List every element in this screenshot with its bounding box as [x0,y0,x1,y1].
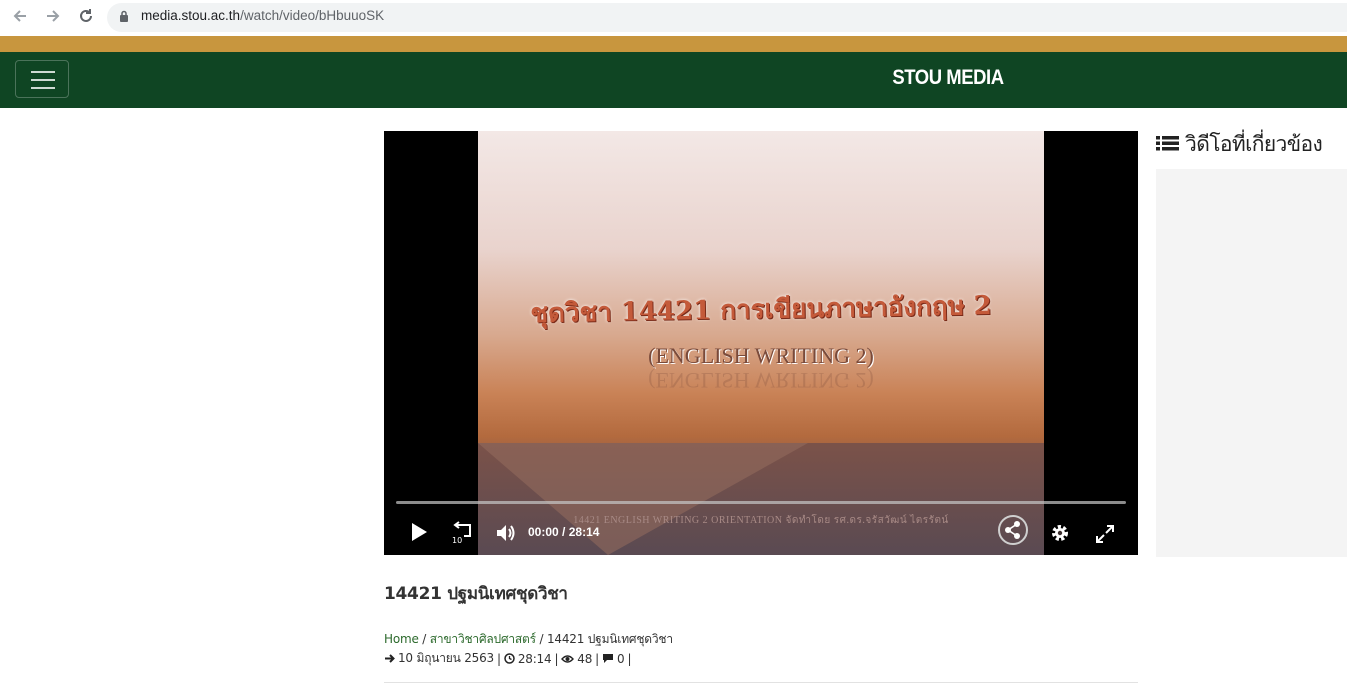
meta-duration: 28:14 [517,651,552,666]
rewind-seconds: 10 [452,536,462,545]
list-icon [1156,135,1179,150]
meta-separator: | [554,651,559,666]
back-arrow-icon[interactable] [9,7,31,29]
site-header: STOU MEDIA [0,52,1347,108]
play-icon [412,523,427,541]
breadcrumb: Home / สาขาวิชาศิลปศาสตร์ / 14421 ปฐมนิเ… [384,630,673,649]
meta-separator: | [627,651,632,666]
hamburger-icon-bar [31,87,55,89]
header-accent-strip [0,36,1347,52]
gear-icon [1052,525,1068,541]
video-meta: 10 มิถุนายน 2563 | 28:14 | 48 | 0 | [384,649,631,668]
url-text[interactable]: media.stou.ac.th/watch/video/bHbuuoSK [141,8,384,23]
fullscreen-icon [1096,525,1114,543]
eye-icon [561,654,575,663]
meta-separator: | [497,651,501,666]
view-count: 48 [577,651,593,666]
lock-icon [120,10,128,22]
breadcrumb-category-link[interactable]: สาขาวิชาศิลปศาสตร์ [430,632,536,646]
url-path: /watch/video/bHbuuoSK [240,8,385,23]
breadcrumb-current: 14421 ปฐมนิเทศชุดวิชา [546,632,673,646]
slide-title-english: (ENGLISH WRITING 2) [648,343,874,368]
play-button[interactable] [408,519,430,545]
volume-icon [497,525,515,541]
comment-count: 0 [617,651,625,666]
hamburger-icon-bar [31,79,55,81]
url-host: media.stou.ac.th [141,8,241,23]
video-frame: ชุดวิชา 14421 การเขียนภาษาอังกฤษ 2 (ENGL… [478,131,1044,555]
menu-toggle-button[interactable] [15,60,69,98]
browser-toolbar: media.stou.ac.th/watch/video/bHbuuoSK [0,0,1347,36]
progress-bar[interactable] [396,501,1126,504]
duration-time: 28:14 [568,525,600,539]
publish-date: 10 มิถุนายน 2563 [398,651,494,665]
forward-arrow-icon[interactable] [42,7,64,29]
related-videos-panel [1156,169,1347,557]
video-player[interactable]: ชุดวิชา 14421 การเขียนภาษาอังกฤษ 2 (ENGL… [384,131,1138,555]
rewind-button[interactable]: 10 [450,521,474,545]
breadcrumb-separator: / [422,632,427,646]
slide-title-reflection: (ENGLISH WRITING 2) [648,368,874,393]
current-time: 00:00 [528,525,559,539]
reload-icon[interactable] [75,7,97,29]
rewind-10-icon: 10 [452,521,471,545]
site-brand[interactable]: STOU MEDIA [860,66,1036,90]
breadcrumb-home-link[interactable]: Home [384,632,419,646]
comment-icon [603,654,613,663]
video-title: 14421 ปฐมนิเทศชุดวิชา [384,584,568,604]
related-videos-heading: วิดีโอที่เกี่ยวข้อง [1156,128,1323,161]
share-icon [1005,521,1020,539]
fullscreen-button[interactable] [1094,523,1116,545]
arrow-right-icon [385,654,395,663]
settings-button[interactable] [1048,521,1072,545]
content-divider [384,682,1138,683]
time-separator: / [562,525,566,539]
meta-separator: | [595,651,599,666]
related-videos-title: วิดีโอที่เกี่ยวข้อง [1185,132,1323,156]
breadcrumb-separator: / [539,632,544,646]
share-button[interactable] [998,515,1028,545]
volume-button[interactable] [494,521,518,545]
slide-title-thai: ชุดวิชา 14421 การเขียนภาษาอังกฤษ 2 [530,290,992,330]
hamburger-icon [31,71,55,73]
clock-icon [504,653,515,664]
time-display: 00:00 / 28:14 [528,525,599,539]
